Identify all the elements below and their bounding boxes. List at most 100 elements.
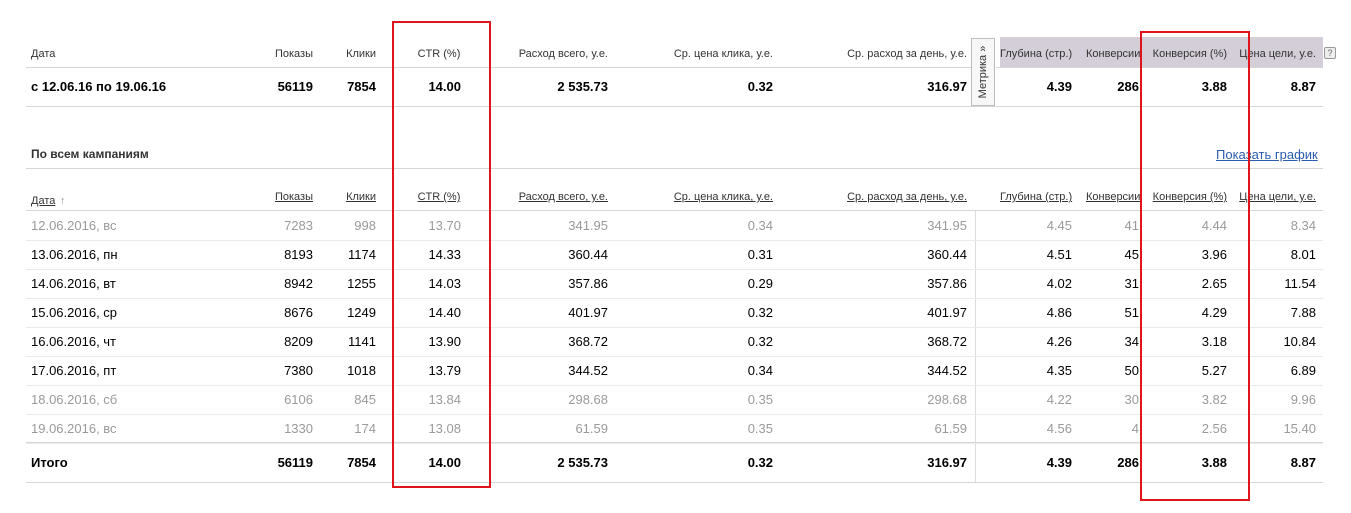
row-daily: 357.86 xyxy=(927,276,967,291)
row-date: 15.06.2016, ср xyxy=(31,305,118,320)
row-depth: 4.02 xyxy=(1046,276,1072,291)
row-conv-pct: 5.27 xyxy=(1201,363,1227,378)
row-conv-pct: 4.29 xyxy=(1201,305,1227,320)
row-depth: 4.51 xyxy=(1046,247,1072,262)
total-cpc: 0.32 xyxy=(747,455,773,470)
row-shows: 7283 xyxy=(284,218,313,233)
row-shows: 8942 xyxy=(284,276,313,291)
summary-clicks: 7854 xyxy=(347,79,376,94)
row-goal-price: 10.84 xyxy=(1283,334,1316,349)
row-cost: 344.52 xyxy=(568,363,608,378)
row-clicks: 1174 xyxy=(348,247,376,262)
row-conv-pct: 3.96 xyxy=(1201,247,1227,262)
sort-depth-link[interactable]: Глубина (стр.) xyxy=(1000,191,1072,203)
row-cpc: 0.32 xyxy=(747,305,773,320)
summary-ctr: 14.00 xyxy=(428,79,461,94)
row-conv: 34 xyxy=(1124,334,1139,349)
row-date: 19.06.2016, вс xyxy=(31,421,117,436)
row-cost: 401.97 xyxy=(568,305,608,320)
col-conv-pct-header: Конверсия (%) xyxy=(1152,48,1227,60)
total-clicks: 7854 xyxy=(347,455,376,470)
row-goal-price: 6.89 xyxy=(1290,363,1316,378)
row-ctr: 14.33 xyxy=(428,247,461,262)
row-depth: 4.35 xyxy=(1046,363,1072,378)
sort-cpc-link[interactable]: Ср. цена клика, у.е. xyxy=(630,191,773,203)
summary-cost: 2 535.73 xyxy=(557,79,608,94)
row-daily: 61.59 xyxy=(934,421,967,436)
summary-conv-pct: 3.88 xyxy=(1201,79,1227,94)
sort-clicks-link[interactable]: Клики xyxy=(316,191,376,203)
total-conv-pct: 3.88 xyxy=(1201,455,1227,470)
summary-depth: 4.39 xyxy=(1046,79,1072,94)
sort-date-link[interactable]: Дата ↑ xyxy=(31,191,65,209)
row-shows: 1330 xyxy=(284,421,313,436)
row-date: 14.06.2016, вт xyxy=(31,276,116,291)
col-daily-header: Ср. расход за день, у.е. xyxy=(847,48,967,60)
row-cpc: 0.34 xyxy=(747,363,773,378)
row-date: 13.06.2016, пн xyxy=(31,247,118,262)
row-goal-price: 8.34 xyxy=(1290,218,1316,233)
row-clicks: 1249 xyxy=(347,305,376,320)
row-ctr: 13.84 xyxy=(428,392,461,407)
row-shows: 8209 xyxy=(284,334,313,349)
row-conv: 41 xyxy=(1124,218,1139,233)
sort-conv-pct-link[interactable]: Конверсия (%) xyxy=(1141,191,1227,203)
sort-shows-link[interactable]: Показы xyxy=(240,191,313,203)
total-ctr: 14.00 xyxy=(428,455,461,470)
help-icon[interactable]: ? xyxy=(1324,47,1336,59)
summary-header-divider xyxy=(26,67,972,68)
row-goal-price: 8.01 xyxy=(1290,247,1316,262)
row-shows: 8193 xyxy=(284,247,313,262)
sort-conv-link[interactable]: Конверсии xyxy=(1086,191,1140,203)
row-divider xyxy=(26,443,1323,444)
row-goal-price: 15.40 xyxy=(1283,421,1316,436)
row-conv-pct: 3.18 xyxy=(1201,334,1227,349)
row-cpc: 0.35 xyxy=(747,392,773,407)
row-ctr: 13.79 xyxy=(428,363,461,378)
row-clicks: 998 xyxy=(354,218,376,233)
row-cost: 298.68 xyxy=(568,392,608,407)
row-depth: 4.22 xyxy=(1046,392,1072,407)
row-depth: 4.26 xyxy=(1046,334,1072,349)
row-cost: 360.44 xyxy=(568,247,608,262)
col-ctr-header: CTR (%) xyxy=(417,48,461,60)
row-ctr: 13.08 xyxy=(428,421,461,436)
total-depth: 4.39 xyxy=(1046,455,1072,470)
total-cost: 2 535.73 xyxy=(557,455,608,470)
sort-goal-price-link[interactable]: Цена цели, у.е. xyxy=(1236,191,1316,203)
row-cost: 341.95 xyxy=(568,218,608,233)
row-cost: 61.59 xyxy=(575,421,608,436)
row-shows: 6106 xyxy=(284,392,313,407)
section-divider xyxy=(26,168,1323,169)
total-bottom-divider xyxy=(26,482,1323,483)
row-date: 12.06.2016, вс xyxy=(31,218,117,233)
row-cost: 357.86 xyxy=(568,276,608,291)
sort-cost-link[interactable]: Расход всего, у.е. xyxy=(470,191,608,203)
row-cpc: 0.35 xyxy=(747,421,773,436)
row-clicks: 1141 xyxy=(348,334,376,349)
row-clicks: 845 xyxy=(354,392,376,407)
metrika-tab-button[interactable]: Метрика » xyxy=(971,38,995,106)
row-conv-pct: 3.82 xyxy=(1201,392,1227,407)
row-ctr: 14.03 xyxy=(428,276,461,291)
row-conv: 30 xyxy=(1124,392,1139,407)
row-daily: 401.97 xyxy=(927,305,967,320)
row-date: 16.06.2016, чт xyxy=(31,334,117,349)
row-cost: 368.72 xyxy=(568,334,608,349)
sort-ctr-link[interactable]: CTR (%) xyxy=(399,191,479,203)
sort-date-label: Дата xyxy=(31,195,56,207)
row-daily: 368.72 xyxy=(927,334,967,349)
row-conv-pct: 2.65 xyxy=(1201,276,1227,291)
row-ctr: 14.40 xyxy=(428,305,461,320)
row-conv: 51 xyxy=(1124,305,1139,320)
row-cpc: 0.34 xyxy=(747,218,773,233)
row-goal-price: 11.54 xyxy=(1284,276,1316,291)
sort-daily-link[interactable]: Ср. расход за день, у.е. xyxy=(820,191,967,203)
summary-date: с 12.06.16 по 19.06.16 xyxy=(31,79,167,94)
row-goal-price: 9.96 xyxy=(1290,392,1316,407)
show-graph-link[interactable]: Показать график xyxy=(1216,147,1318,162)
row-depth: 4.56 xyxy=(1046,421,1072,436)
sort-arrow-up-icon: ↑ xyxy=(59,195,66,207)
row-ctr: 13.90 xyxy=(428,334,461,349)
col-clicks-header: Клики xyxy=(346,48,376,60)
